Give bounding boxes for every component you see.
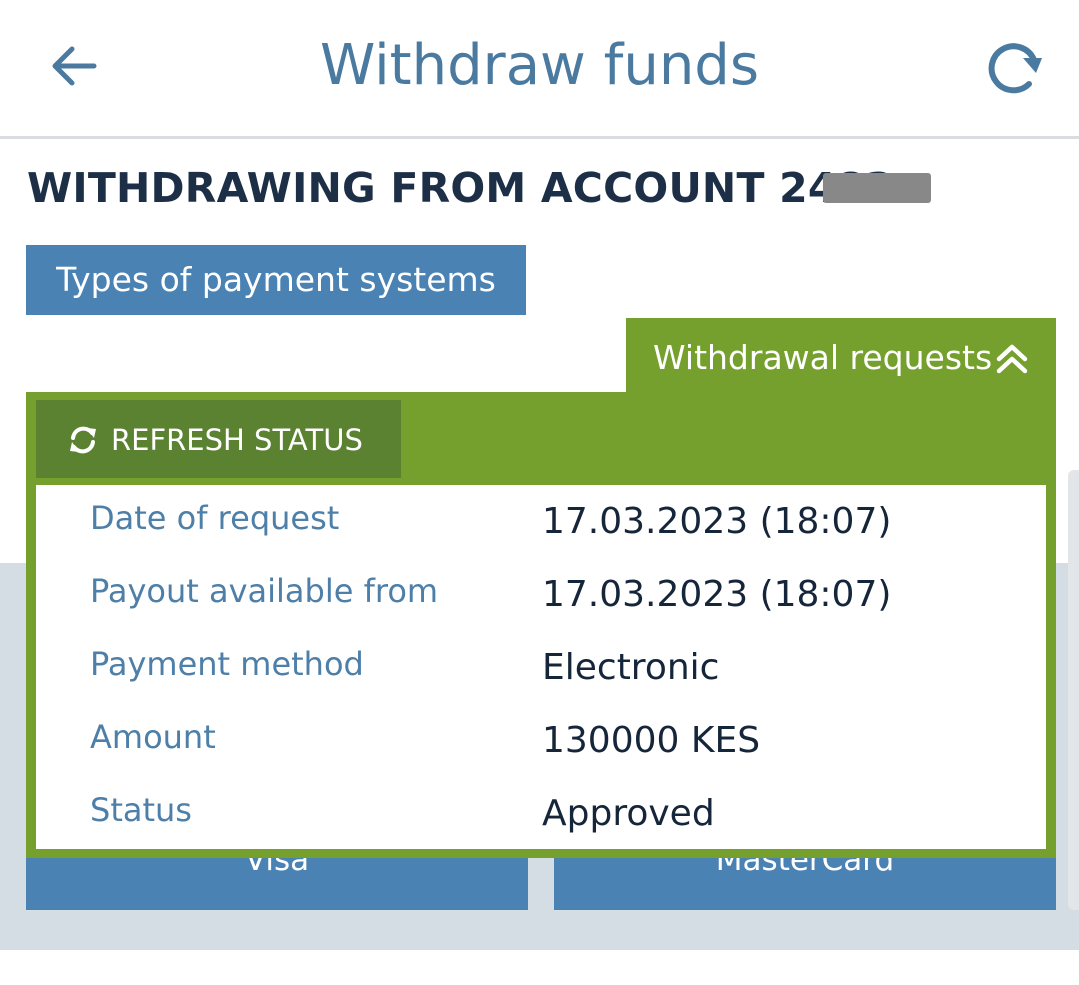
request-details: Date of request 17.03.2023 (18:07) Payou… — [36, 485, 1046, 849]
redacted-account-digits — [823, 173, 931, 203]
detail-label: Date of request — [90, 499, 340, 537]
detail-value: 17.03.2023 (18:07) — [542, 574, 892, 615]
detail-value: 17.03.2023 (18:07) — [542, 501, 892, 542]
detail-label: Status — [90, 791, 192, 829]
detail-row-date: Date of request 17.03.2023 (18:07) — [36, 485, 1046, 555]
payment-systems-button[interactable]: Types of payment systems — [26, 245, 526, 315]
refresh-status-button[interactable]: REFRESH STATUS — [36, 400, 401, 478]
scrollbar[interactable] — [1068, 470, 1079, 910]
detail-label: Amount — [90, 718, 216, 756]
detail-label: Payment method — [90, 645, 364, 683]
withdrawal-requests-label: Withdrawal requests — [653, 338, 993, 377]
withdrawal-requests-tab[interactable]: Withdrawal requests — [626, 318, 1056, 398]
detail-row-payout-from: Payout available from 17.03.2023 (18:07) — [36, 558, 1046, 628]
detail-row-amount: Amount 130000 KES — [36, 704, 1046, 774]
status-value: Approved — [542, 793, 715, 834]
refresh-icon[interactable] — [986, 38, 1048, 94]
account-title: WITHDRAWING FROM ACCOUNT 2483 — [27, 164, 895, 212]
chevrons-up-icon — [996, 344, 1028, 374]
detail-label: Payout available from — [90, 572, 439, 610]
detail-row-payment-method: Payment method Electronic — [36, 631, 1046, 701]
withdrawal-requests-panel: REFRESH STATUS Date of request 17.03.202… — [26, 392, 1056, 858]
detail-row-status: Status Approved — [36, 777, 1046, 847]
refresh-status-label: REFRESH STATUS — [111, 423, 363, 457]
page-title: Withdraw funds — [319, 33, 760, 98]
detail-value: 130000 KES — [542, 720, 761, 761]
detail-value: Electronic — [542, 647, 720, 688]
sync-icon — [70, 426, 96, 454]
app-header: Withdraw funds — [0, 0, 1079, 139]
